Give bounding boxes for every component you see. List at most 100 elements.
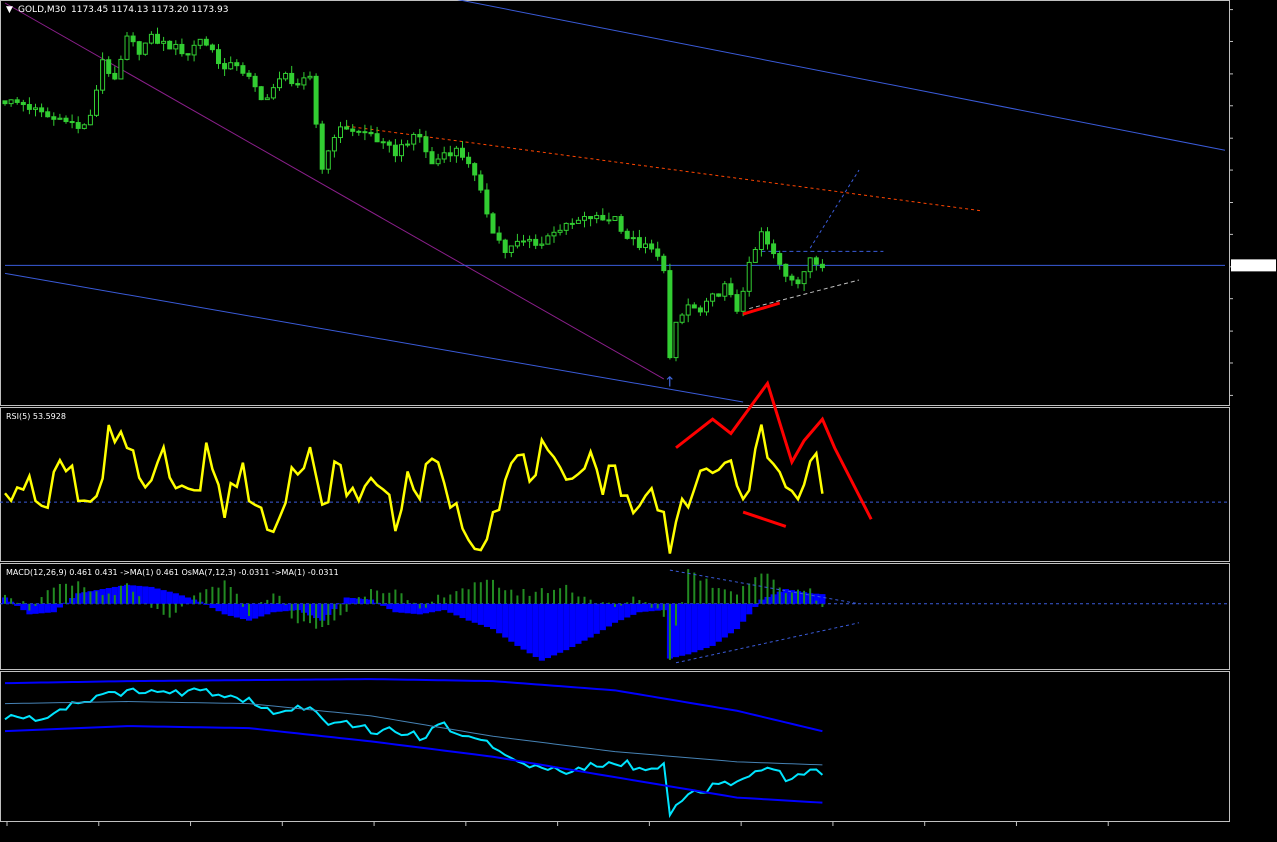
macd-area-bar [282,603,289,612]
candle-body [100,59,106,91]
candle-body [722,283,728,297]
macd-area-bar [679,603,686,656]
macd-area-bar [569,603,576,647]
macd-area-bar [465,603,472,621]
candle-body [649,243,655,250]
macd-area-bar [636,603,643,613]
candle-body [819,263,825,269]
candle-body [307,75,313,79]
macd-area-bar [20,603,27,611]
candle-body [185,53,191,56]
candle-body [569,222,575,225]
candle-body [209,44,215,51]
candle-body [502,239,508,253]
candle-body [81,124,87,129]
candle-body [197,38,203,46]
macd-area-bar [490,603,497,630]
candle-body [319,123,325,170]
macd-area-bar [398,603,405,613]
macd-area-bar [691,603,698,653]
macd-area-bar [50,603,57,613]
candle-body [289,72,295,85]
macd-area-bar [178,595,185,604]
candle-body [142,42,148,55]
candle-body [264,97,270,101]
macd-area-bar [215,603,222,612]
macd-area-bar [148,586,155,604]
candle-body [417,133,423,138]
ohlc-label: 1173.45 1174.13 1173.20 1173.93 [71,5,228,15]
chart-background [0,0,1277,838]
candle-body [466,156,472,165]
candle-body [594,214,600,220]
candle-body [478,174,484,191]
candle-body [533,238,539,246]
candle-body [697,307,703,313]
macd-area-bar [740,603,747,622]
macd-area-bar [618,603,625,621]
macd-area-bar [703,603,710,649]
candle-body [472,163,478,176]
macd-area-bar [258,603,265,617]
candle-body [545,235,551,245]
candle-body [179,43,185,55]
macd-area-bar [44,603,51,613]
candle-body [551,231,557,237]
macd-area-bar [209,603,216,609]
candle-body [20,101,26,106]
macd-area-bar [221,603,228,615]
candle-body [777,253,783,265]
candle-body [167,40,173,50]
candle-body [368,131,374,135]
macd-area-bar [715,603,722,642]
macd-area-bar [142,586,149,604]
chart-canvas[interactable]: ↑ ▼ GOLD,M30 1173.45 1174.13 1173.20 117… [0,0,1277,838]
candle-body [380,141,386,144]
menu-triangle-icon[interactable]: ▼ [6,5,13,15]
candle-body [258,86,264,101]
macd-area-bar [172,593,179,604]
candle-body [136,41,142,55]
macd-area-bar [166,591,173,604]
candle-body [386,141,392,146]
macd-area-bar [721,603,728,638]
macd-area-bar [563,603,570,651]
macd-area-bar [410,603,417,614]
macd-area-bar [185,597,192,604]
candle-body [624,230,630,239]
candle-body [606,219,612,222]
candle-body [161,40,167,44]
candle-body [14,99,20,103]
candle-body [338,126,343,139]
macd-area-bar [734,603,741,630]
macd-area-bar [270,603,277,613]
candle-body [746,261,752,292]
candle-body [301,77,307,86]
macd-area-bar [526,603,533,654]
candle-body [350,128,356,132]
macd-area-bar [386,603,393,610]
macd-area-bar [520,603,527,650]
trading-chart-window: ↑ ▼ GOLD,M30 1173.45 1174.13 1173.20 117… [0,0,1277,838]
candle-body [740,290,746,312]
macd-area-bar [709,603,716,646]
macd-area-bar [587,603,594,638]
macd-area-bar [477,603,484,625]
candle-body [453,147,459,157]
candle-body [283,72,289,80]
candle-body [734,294,740,312]
candle-body [710,293,716,302]
macd-area-bar [203,603,210,605]
candle-body [295,83,301,86]
candle-body [667,270,673,359]
candle-body [277,78,282,89]
candle-body [411,133,417,145]
candle-body [240,65,246,74]
macd-area-bar [459,603,466,619]
macd-area-bar [343,597,350,604]
candle-body [374,133,380,143]
candle-body [87,114,93,126]
macd-area-bar [483,603,490,627]
candle-body [612,216,618,221]
symbol-label: GOLD,M30 [18,5,66,15]
